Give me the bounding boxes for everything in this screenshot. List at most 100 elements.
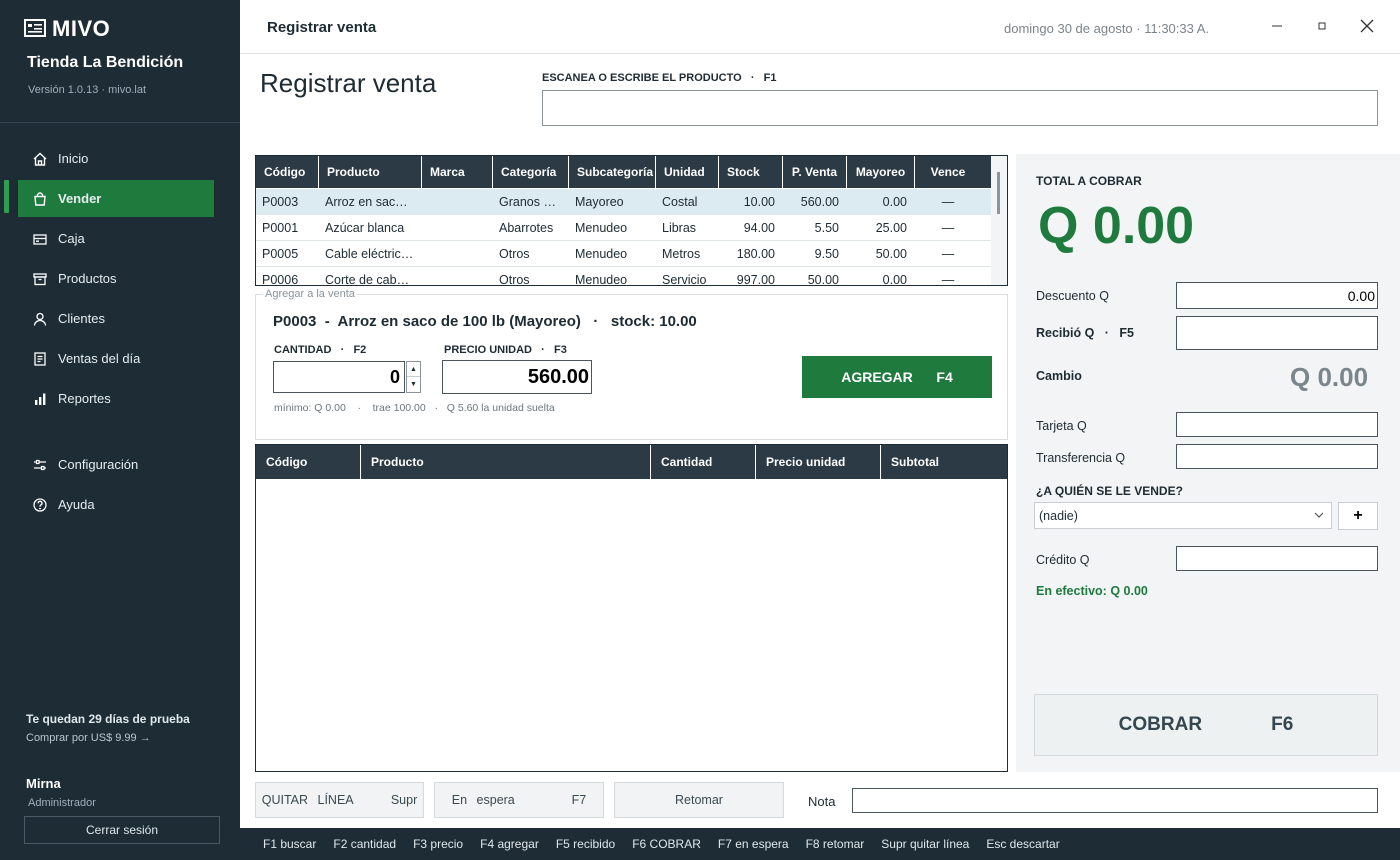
change-amount: Q 0.00 [1290,362,1369,392]
cell: Cable eléctric… [325,246,414,261]
col-header[interactable]: P. Venta [783,156,847,188]
stepper-up-icon[interactable]: ▲ [407,362,420,377]
shortcut-hint: F1 buscar [263,837,317,851]
change-label: Cambio [1036,369,1082,383]
quantity-input[interactable] [273,361,405,393]
col-header[interactable]: Código [256,156,319,188]
sidebar-item-inicio[interactable]: Inicio [18,140,214,177]
sidebar-item-configuracion[interactable]: Configuración [18,446,214,483]
quantity-label: CANTIDAD · F2 [274,344,367,356]
col-header[interactable]: Stock [719,156,783,188]
received-label: Recibió Q · F5 [1036,326,1134,340]
discount-input[interactable] [1176,282,1378,309]
product-scan-input[interactable] [542,90,1378,126]
card-label: Tarjeta Q [1036,419,1087,433]
col-header[interactable]: Subcategoría [569,156,656,188]
sidebar-item-ayuda[interactable]: Ayuda [18,486,214,523]
selected-product-line: P0003 - Arroz en saco de 100 lb (Mayoreo… [273,313,697,330]
cash-amount-label: En efectivo: Q 0.00 [1036,584,1148,598]
col-header[interactable]: Precio unidad [756,445,881,479]
products-table[interactable]: Código Producto Marca Categoría Subcateg… [255,155,1008,286]
on-hold-button[interactable]: En espera F7 [434,782,604,818]
credit-input[interactable] [1176,546,1378,571]
shortcut-hint: Supr quitar línea [881,837,970,851]
minimize-button[interactable] [1265,14,1289,38]
shopping-bag-icon [34,191,46,206]
cell: — [941,246,955,261]
cell: P0005 [262,246,299,261]
sidebar-item-productos[interactable]: Productos [18,260,214,297]
credit-label: Crédito Q [1036,553,1090,567]
buy-link[interactable]: Comprar por US$ 9.99 → [26,732,151,744]
sidebar-item-vender[interactable]: Vender [18,180,214,217]
shortcut-hint: F4 agregar [480,837,539,851]
transfer-input[interactable] [1176,444,1378,469]
sidebar: MIVO Tienda La Bendición Versión 1.0.13 … [0,0,240,860]
cell: Otros [499,272,530,286]
cell: Abarrotes [499,220,554,235]
shortcut-hint: F6 COBRAR [632,837,701,851]
table-row[interactable]: P0001 Azúcar blanca Abarrotes Menudeo Li… [256,215,991,241]
sidebar-item-label: Configuración [58,457,139,472]
add-button[interactable]: AGREGAR F4 [802,356,992,398]
col-header[interactable]: Marca [422,156,493,188]
table-row[interactable]: P0006 Corte de cab… Otros Menudeo Servic… [256,267,991,286]
card-input[interactable] [1176,412,1378,437]
cell: 25.00 [875,220,907,235]
scan-label: ESCANEA O ESCRIBE EL PRODUCTO · F1 [542,72,777,84]
col-header[interactable]: Subtotal [881,445,1007,479]
cell: 560.00 [800,194,839,209]
logout-button[interactable]: Cerrar sesión [24,816,220,844]
col-header[interactable]: Vence [915,156,981,188]
close-button[interactable] [1355,14,1379,38]
brand: MIVO [24,16,110,42]
cell: Granos … [499,194,556,209]
close-icon [1360,19,1374,33]
cart-table-header: Código Producto Cantidad Precio unidad S… [256,445,1007,479]
cell: 50.00 [807,272,839,286]
col-header[interactable]: Producto [361,445,651,479]
cell [422,241,493,266]
customer-select[interactable]: (nadie) [1034,502,1332,529]
quantity-hint: mínimo: Q 0.00 · trae 100.00 · Q 5.60 la… [274,402,555,414]
col-header[interactable]: Código [256,445,361,479]
resume-button[interactable]: Retomar [614,782,784,818]
transfer-label: Transferencia Q [1036,451,1126,465]
table-scrollbar[interactable] [991,156,1007,285]
col-header[interactable]: Cantidad [651,445,756,479]
cart-table[interactable]: Código Producto Cantidad Precio unidad S… [255,444,1008,772]
sliders-icon [34,459,46,470]
charge-button[interactable]: COBRAR F6 [1034,694,1378,756]
sidebar-item-label: Ayuda [58,497,95,512]
received-input[interactable] [1176,316,1378,350]
table-row[interactable]: P0003 Arroz en sac… Granos … Mayoreo Cos… [256,189,991,215]
cell: Libras [662,220,697,235]
stepper-down-icon[interactable]: ▼ [407,377,420,392]
col-header[interactable]: Producto [319,156,422,188]
col-header[interactable]: Categoría [493,156,569,188]
scroll-thumb[interactable] [997,172,1000,214]
col-header[interactable]: Unidad [656,156,719,188]
remove-line-button[interactable]: QUITAR LÍNEA Supr [255,782,424,818]
cell: Mayoreo [575,194,624,209]
page-title: Registrar venta [260,68,437,98]
shortcut-hint: Esc descartar [986,837,1060,851]
add-customer-button[interactable]: + [1338,502,1378,530]
products-table-header: Código Producto Marca Categoría Subcateg… [256,156,991,188]
maximize-button[interactable] [1310,14,1334,38]
sidebar-divider [0,122,240,123]
cell: — [941,272,955,286]
unit-price-input[interactable] [442,360,592,394]
sidebar-item-reportes[interactable]: Reportes [18,380,214,417]
col-header[interactable]: Mayoreo [847,156,915,188]
sidebar-item-caja[interactable]: Caja [18,220,214,257]
note-input[interactable] [852,788,1378,813]
quantity-stepper[interactable]: ▲ ▼ [406,361,421,393]
cell: Azúcar blanca [325,220,405,235]
sidebar-item-ventas-del-dia[interactable]: Ventas del día [18,340,214,377]
cell [422,189,493,214]
table-row[interactable]: P0005 Cable eléctric… Otros Menudeo Metr… [256,241,991,267]
bar-chart-icon [35,393,46,405]
cell: 180.00 [736,246,775,261]
sidebar-item-clientes[interactable]: Clientes [18,300,214,337]
